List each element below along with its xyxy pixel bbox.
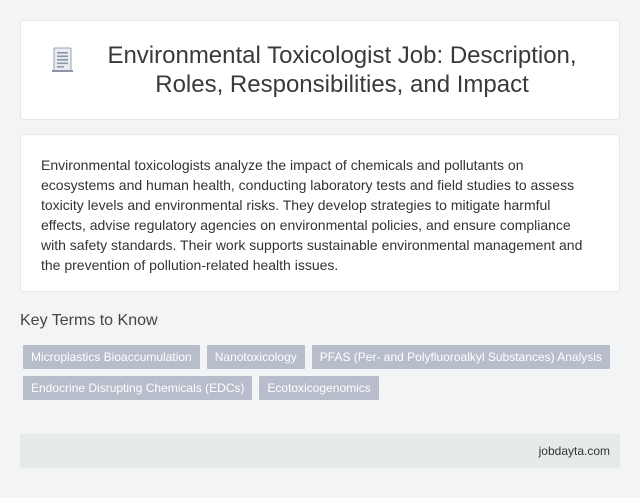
page-title: Environmental Toxicologist Job: Descript… [107, 42, 577, 98]
tag-ecotoxicogenomics[interactable]: Ecotoxicogenomics [259, 376, 379, 400]
description-card: Environmental toxicologists analyze the … [20, 134, 620, 292]
tag-pfas-analysis[interactable]: PFAS (Per- and Polyfluoroalkyl Substance… [311, 345, 610, 369]
tag-nanotoxicology[interactable]: Nanotoxicology [206, 345, 305, 369]
key-terms-heading: Key Terms to Know [20, 312, 158, 329]
key-terms-tags: Microplastics Bioaccumulation Nanotoxico… [23, 345, 620, 400]
tag-microplastics-bioaccumulation[interactable]: Microplastics Bioaccumulation [23, 345, 200, 369]
footer: jobdayta.com [20, 434, 620, 468]
document-icon [52, 47, 73, 72]
title-wrap: Environmental Toxicologist Job: Descript… [48, 41, 592, 99]
tag-endocrine-disrupting-chemicals[interactable]: Endocrine Disrupting Chemicals (EDCs) [23, 376, 253, 400]
title-card: Environmental Toxicologist Job: Descript… [20, 20, 620, 120]
footer-site-link[interactable]: jobdayta.com [539, 444, 610, 458]
description-text: Environmental toxicologists analyze the … [41, 157, 583, 273]
